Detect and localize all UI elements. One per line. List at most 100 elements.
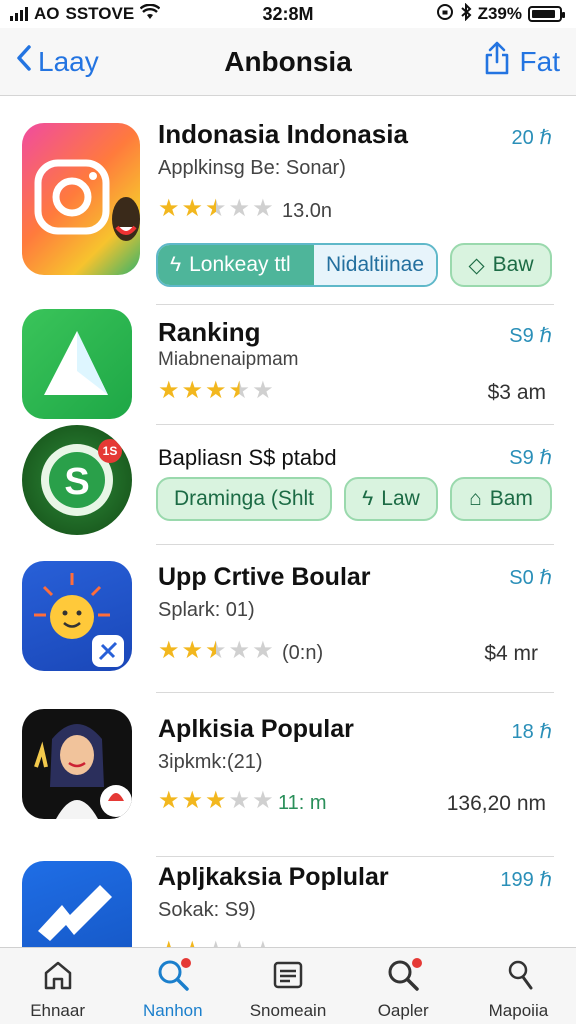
action-button-mid[interactable]: ϟ Law	[344, 477, 438, 521]
app-subtitle: Applkinsg Be: Sonar)	[158, 157, 346, 179]
list-item[interactable]: Apljkaksia Poplular 199 ℏ Sokak: S9) ★★★…	[0, 857, 576, 947]
avatar-icon	[34, 724, 132, 819]
app-icon[interactable]	[22, 309, 132, 419]
camera-icon	[34, 159, 140, 241]
carrier-prefix: AO	[34, 4, 60, 23]
list-item[interactable]: Upp Crtive Boular S0 ℏ Splark: 01) ★ ★ ★ ★ ★…	[0, 545, 576, 693]
app-name[interactable]: Apljkaksia Poplular	[158, 863, 389, 892]
star-icon: ★	[158, 637, 180, 664]
split-button[interactable]: ϟ Lonkeay ttl Nidaltiinae	[156, 243, 438, 287]
carrier-name: SSTOVE	[65, 4, 135, 23]
share-label: Fat	[519, 45, 560, 77]
app-rank: 199 ℏ	[500, 869, 552, 891]
app-list: Indonasia Indonasia 20 ℏ Applkinsg Be: S…	[0, 97, 576, 947]
status-bar: AO SSTOVE 32:8M Z39%	[0, 0, 576, 28]
diamond-icon: ◇	[468, 253, 485, 277]
arrow-logo-icon	[38, 885, 112, 941]
nav-bar: Laay Anbonsia Fat	[0, 28, 576, 96]
app-rank: 18 ℏ	[511, 721, 552, 743]
lock-rotation-icon	[436, 3, 454, 26]
app-icon[interactable]	[22, 123, 140, 275]
star-icon: ★	[228, 787, 251, 814]
star-icon: ★	[252, 377, 274, 404]
split-button-secondary-label: Nidaltiinae	[325, 253, 424, 276]
star-rating: ★★★★★	[158, 197, 274, 221]
star-icon: ★	[252, 787, 274, 814]
star-icon: ★	[158, 377, 180, 404]
star-icon: ★	[181, 377, 204, 404]
star-icon: ★	[228, 637, 251, 664]
tab-grid[interactable]: Snomeain	[230, 948, 345, 1024]
bolt-icon: ϟ	[170, 253, 182, 276]
star-icon: ★	[158, 195, 180, 222]
notification-dot	[411, 958, 422, 968]
star-icon: ★	[252, 939, 274, 948]
bluetooth-icon	[460, 2, 472, 26]
tab-label: Ehnaar	[30, 1001, 86, 1020]
action-button-right-label: Bam	[489, 487, 533, 510]
app-name[interactable]: Aplkisia Popular	[158, 715, 354, 744]
app-name[interactable]: Indonasia Indonasia	[158, 119, 408, 150]
action-button-mid-label: Law	[381, 487, 420, 510]
status-right: Z39%	[436, 2, 565, 26]
star-rating: ★★★★★	[158, 379, 274, 403]
share-button[interactable]: Fat	[484, 41, 560, 82]
rating-count: (0:n)	[282, 642, 324, 664]
navigation-arrow-icon	[44, 331, 108, 395]
status-left: AO SSTOVE	[10, 3, 161, 25]
tab-bar: Ehnaar Nanhon Snomeain Oapler Mapoiia	[0, 947, 576, 1024]
split-button-primary[interactable]: ϟ Lonkeay ttl	[158, 245, 314, 285]
app-icon[interactable]	[22, 861, 132, 947]
app-subtitle: Splark: 01)	[158, 599, 255, 621]
app-price: $4 mr	[484, 642, 538, 665]
bolt-icon: ϟ	[362, 487, 374, 510]
back-button[interactable]: Laay	[16, 44, 99, 79]
tab-explore[interactable]: Oapler	[346, 948, 461, 1024]
app-icon[interactable]: S 1S	[22, 425, 132, 535]
star-icon: ★	[229, 939, 251, 948]
grid-icon	[271, 958, 305, 997]
wifi-icon	[139, 3, 161, 25]
svg-text:S: S	[64, 461, 89, 503]
star-icon: ★	[158, 939, 180, 948]
action-button-left[interactable]: Draminga (Shlt	[156, 477, 332, 521]
star-icon: ★	[228, 195, 251, 222]
tab-label: Nanhon	[143, 1001, 203, 1020]
list-item[interactable]: S 1S Bapliasn S$ ptabd S9 ℏ Draminga (Sh…	[0, 425, 576, 545]
star-icon: ★	[205, 637, 227, 664]
rating-count: 11: m	[278, 792, 327, 814]
home-icon	[41, 958, 75, 997]
tab-label: Mapoiia	[488, 1001, 549, 1020]
app-name[interactable]: Upp Crtive Boular	[158, 563, 371, 592]
star-rating: ★★★★★	[158, 639, 274, 663]
star-icon: ★	[182, 939, 204, 948]
app-icon[interactable]	[22, 561, 132, 671]
tab-label: Oapler	[377, 1001, 429, 1020]
split-button-secondary[interactable]: Nidaltiinae	[313, 245, 436, 285]
share-icon	[484, 41, 510, 82]
app-subtitle: Sokak: S9)	[158, 899, 256, 921]
app-rank: S9 ℏ	[509, 447, 552, 469]
tab-profile[interactable]: Mapoiia	[461, 948, 576, 1024]
action-button-right[interactable]: ⌂ Bam	[450, 477, 552, 521]
star-icon: ★	[205, 195, 227, 222]
app-name[interactable]: Bapliasn S$ ptabd	[158, 445, 337, 471]
tab-search[interactable]: Nanhon	[115, 948, 230, 1024]
star-icon: ★	[205, 939, 227, 948]
get-button[interactable]: ◇ Baw	[450, 243, 552, 287]
app-icon[interactable]	[22, 709, 132, 819]
list-item[interactable]: Aplkisia Popular 18 ℏ 3ipkmk:(21) ★ ★ ★ ★ ★ …	[0, 693, 576, 857]
star-icon: ★	[228, 377, 251, 404]
signal-icon	[10, 7, 28, 21]
tab-home[interactable]: Ehnaar	[0, 948, 115, 1024]
app-rank: 20 ℏ	[511, 127, 552, 149]
list-item[interactable]: Ranking S9 ℏ Miabnenaipmam ★ ★ ★ ★ ★ $3 am	[0, 305, 576, 425]
star-icon: ★	[181, 787, 204, 814]
star-icon: ★	[205, 787, 227, 814]
star-icon: ★	[252, 195, 274, 222]
star-icon: ★	[181, 637, 204, 664]
list-item[interactable]: Indonasia Indonasia 20 ℏ Applkinsg Be: S…	[0, 97, 576, 305]
app-name[interactable]: Ranking	[158, 317, 261, 348]
app-price: $3 am	[487, 381, 546, 404]
home-outline-icon: ⌂	[469, 487, 482, 510]
